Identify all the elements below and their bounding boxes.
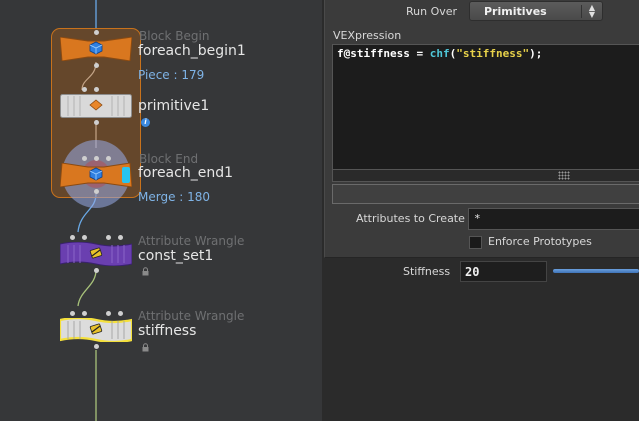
- input-connector[interactable]: [82, 87, 87, 92]
- stiffness-slider[interactable]: [553, 269, 639, 273]
- node-info-label: Piece : 179: [138, 68, 205, 82]
- input-connector[interactable]: [106, 311, 111, 316]
- enforce-prototypes-checkbox[interactable]: [469, 236, 482, 249]
- node-name-label: stiffness: [138, 323, 197, 339]
- attributes-to-create-label: Attributes to Create: [356, 212, 465, 225]
- resize-grip-icon: [558, 171, 570, 180]
- lock-icon[interactable]: [141, 343, 150, 352]
- input-connector[interactable]: [118, 235, 123, 240]
- input-connector[interactable]: [82, 235, 87, 240]
- code-token-close: );: [529, 47, 543, 60]
- attributes-to-create-input[interactable]: *: [468, 208, 639, 230]
- node-primitive1[interactable]: [60, 87, 132, 125]
- node-name-label: const_set1: [138, 248, 214, 264]
- network-view[interactable]: Block Begin foreach_begin1 Piece : 179 p…: [0, 0, 322, 421]
- loop-cube-icon: [89, 41, 103, 55]
- input-connector[interactable]: [118, 311, 123, 316]
- output-connector[interactable]: [94, 63, 99, 68]
- wire-const-stiffness: [77, 269, 97, 307]
- vexpression-editor[interactable]: f@stiffness = chf("stiffness");: [332, 44, 639, 170]
- display-flag[interactable]: [122, 167, 130, 183]
- input-connector[interactable]: [106, 235, 111, 240]
- input-connector[interactable]: [82, 156, 87, 161]
- lock-icon[interactable]: [141, 267, 150, 276]
- input-connector[interactable]: [82, 311, 87, 316]
- node-wires: [77, 0, 97, 421]
- output-connector[interactable]: [94, 268, 99, 273]
- input-connector[interactable]: [94, 156, 99, 161]
- input-connector[interactable]: [70, 311, 75, 316]
- run-over-select[interactable]: Primitives ▲ ▼: [469, 1, 603, 21]
- run-over-label: Run Over: [406, 5, 458, 18]
- enforce-prototypes-label: Enforce Prototypes: [488, 235, 592, 248]
- code-token-string: "stiffness": [456, 47, 530, 60]
- node-type-label: Attribute Wrangle: [138, 234, 245, 248]
- input-connector[interactable]: [94, 87, 99, 92]
- wrangle-parameters: Run Over Primitives ▲ ▼ VEXpression f@sti…: [324, 0, 639, 258]
- node-type-label: Attribute Wrangle: [138, 309, 245, 323]
- code-token-operator: =: [409, 47, 430, 60]
- expression-input[interactable]: [332, 184, 639, 204]
- info-icon[interactable]: i: [141, 118, 150, 127]
- output-connector[interactable]: [94, 120, 99, 125]
- output-connector[interactable]: [94, 344, 99, 349]
- input-connector[interactable]: [94, 30, 99, 35]
- select-arrows-icon: ▲ ▼: [588, 3, 596, 19]
- node-info-label: Merge : 180: [138, 190, 211, 204]
- node-name-label: primitive1: [138, 98, 210, 114]
- code-token-variable: f@stiffness: [337, 47, 410, 60]
- run-over-value: Primitives: [484, 5, 547, 18]
- node-type-label: Block End: [139, 152, 199, 166]
- stiffness-input[interactable]: 20: [460, 261, 547, 282]
- node-const-set1[interactable]: [60, 235, 132, 273]
- output-connector[interactable]: [94, 189, 99, 194]
- loop-cube-icon: [89, 167, 103, 181]
- node-name-label: foreach_end1: [138, 165, 233, 181]
- code-token-function: chf: [429, 47, 450, 60]
- node-name-label: foreach_begin1: [138, 43, 246, 59]
- primitive-diamond-icon: [89, 99, 103, 111]
- wrangle-icon: [89, 247, 103, 259]
- vexpression-label: VEXpression: [333, 29, 402, 42]
- parameter-pane: Run Over Primitives ▲ ▼ VEXpression f@sti…: [322, 0, 639, 421]
- input-connector[interactable]: [70, 235, 75, 240]
- node-type-label: Block Begin: [139, 29, 210, 43]
- node-stiffness[interactable]: [60, 311, 132, 349]
- node-foreach-begin1[interactable]: [60, 30, 132, 68]
- input-connector[interactable]: [106, 156, 111, 161]
- editor-resize-bar[interactable]: [332, 170, 639, 182]
- stiffness-label: Stiffness: [403, 265, 451, 278]
- node-foreach-end1[interactable]: [60, 156, 132, 194]
- wrangle-icon: [89, 323, 103, 335]
